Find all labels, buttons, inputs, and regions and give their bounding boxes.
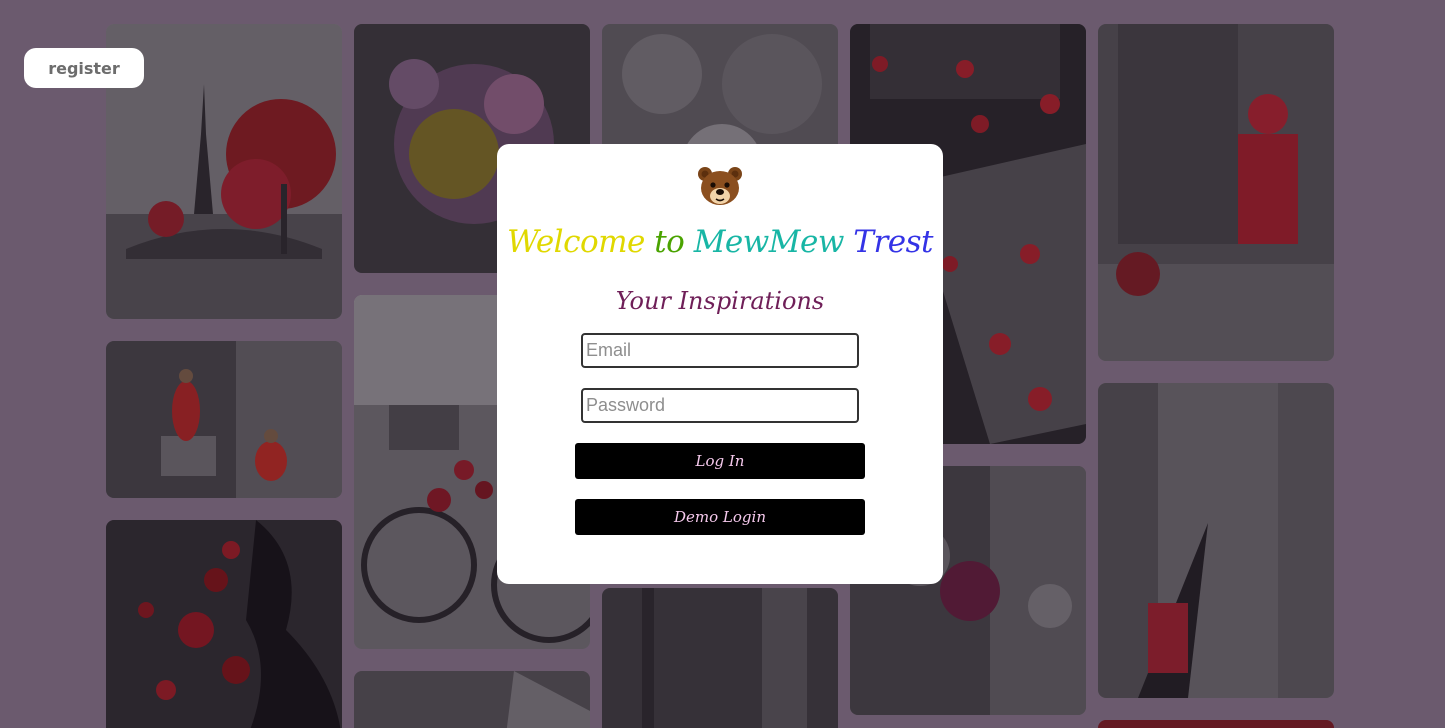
password-field[interactable] [581, 388, 859, 423]
pin-image-petals-woman[interactable] [106, 520, 342, 728]
demo-login-button[interactable]: Demo Login [575, 499, 865, 535]
welcome-word-4: Trest [853, 224, 934, 260]
pin-image-girl-red-coat[interactable] [1098, 24, 1334, 361]
pin-image-venice-canal[interactable] [1098, 383, 1334, 698]
login-page: register Welcome to MewMew Trest Your In… [0, 0, 1445, 728]
pin-image-red-bottom[interactable] [1098, 720, 1334, 728]
login-modal: Welcome to MewMew Trest Your Inspiration… [497, 144, 943, 584]
email-field[interactable] [581, 333, 859, 368]
welcome-word-1: Welcome [506, 224, 655, 260]
bear-icon [698, 167, 742, 205]
login-button[interactable]: Log In [575, 443, 865, 479]
pin-image-forest-path[interactable] [354, 671, 590, 728]
welcome-title: Welcome to MewMew Trest [497, 224, 943, 260]
pin-image-dark-forest[interactable] [602, 588, 838, 728]
register-button[interactable]: register [24, 48, 144, 88]
pin-image-monks[interactable] [106, 341, 342, 498]
welcome-word-3: MewMew [693, 224, 854, 260]
welcome-word-2: to [654, 224, 694, 260]
subtitle: Your Inspirations [615, 287, 825, 315]
